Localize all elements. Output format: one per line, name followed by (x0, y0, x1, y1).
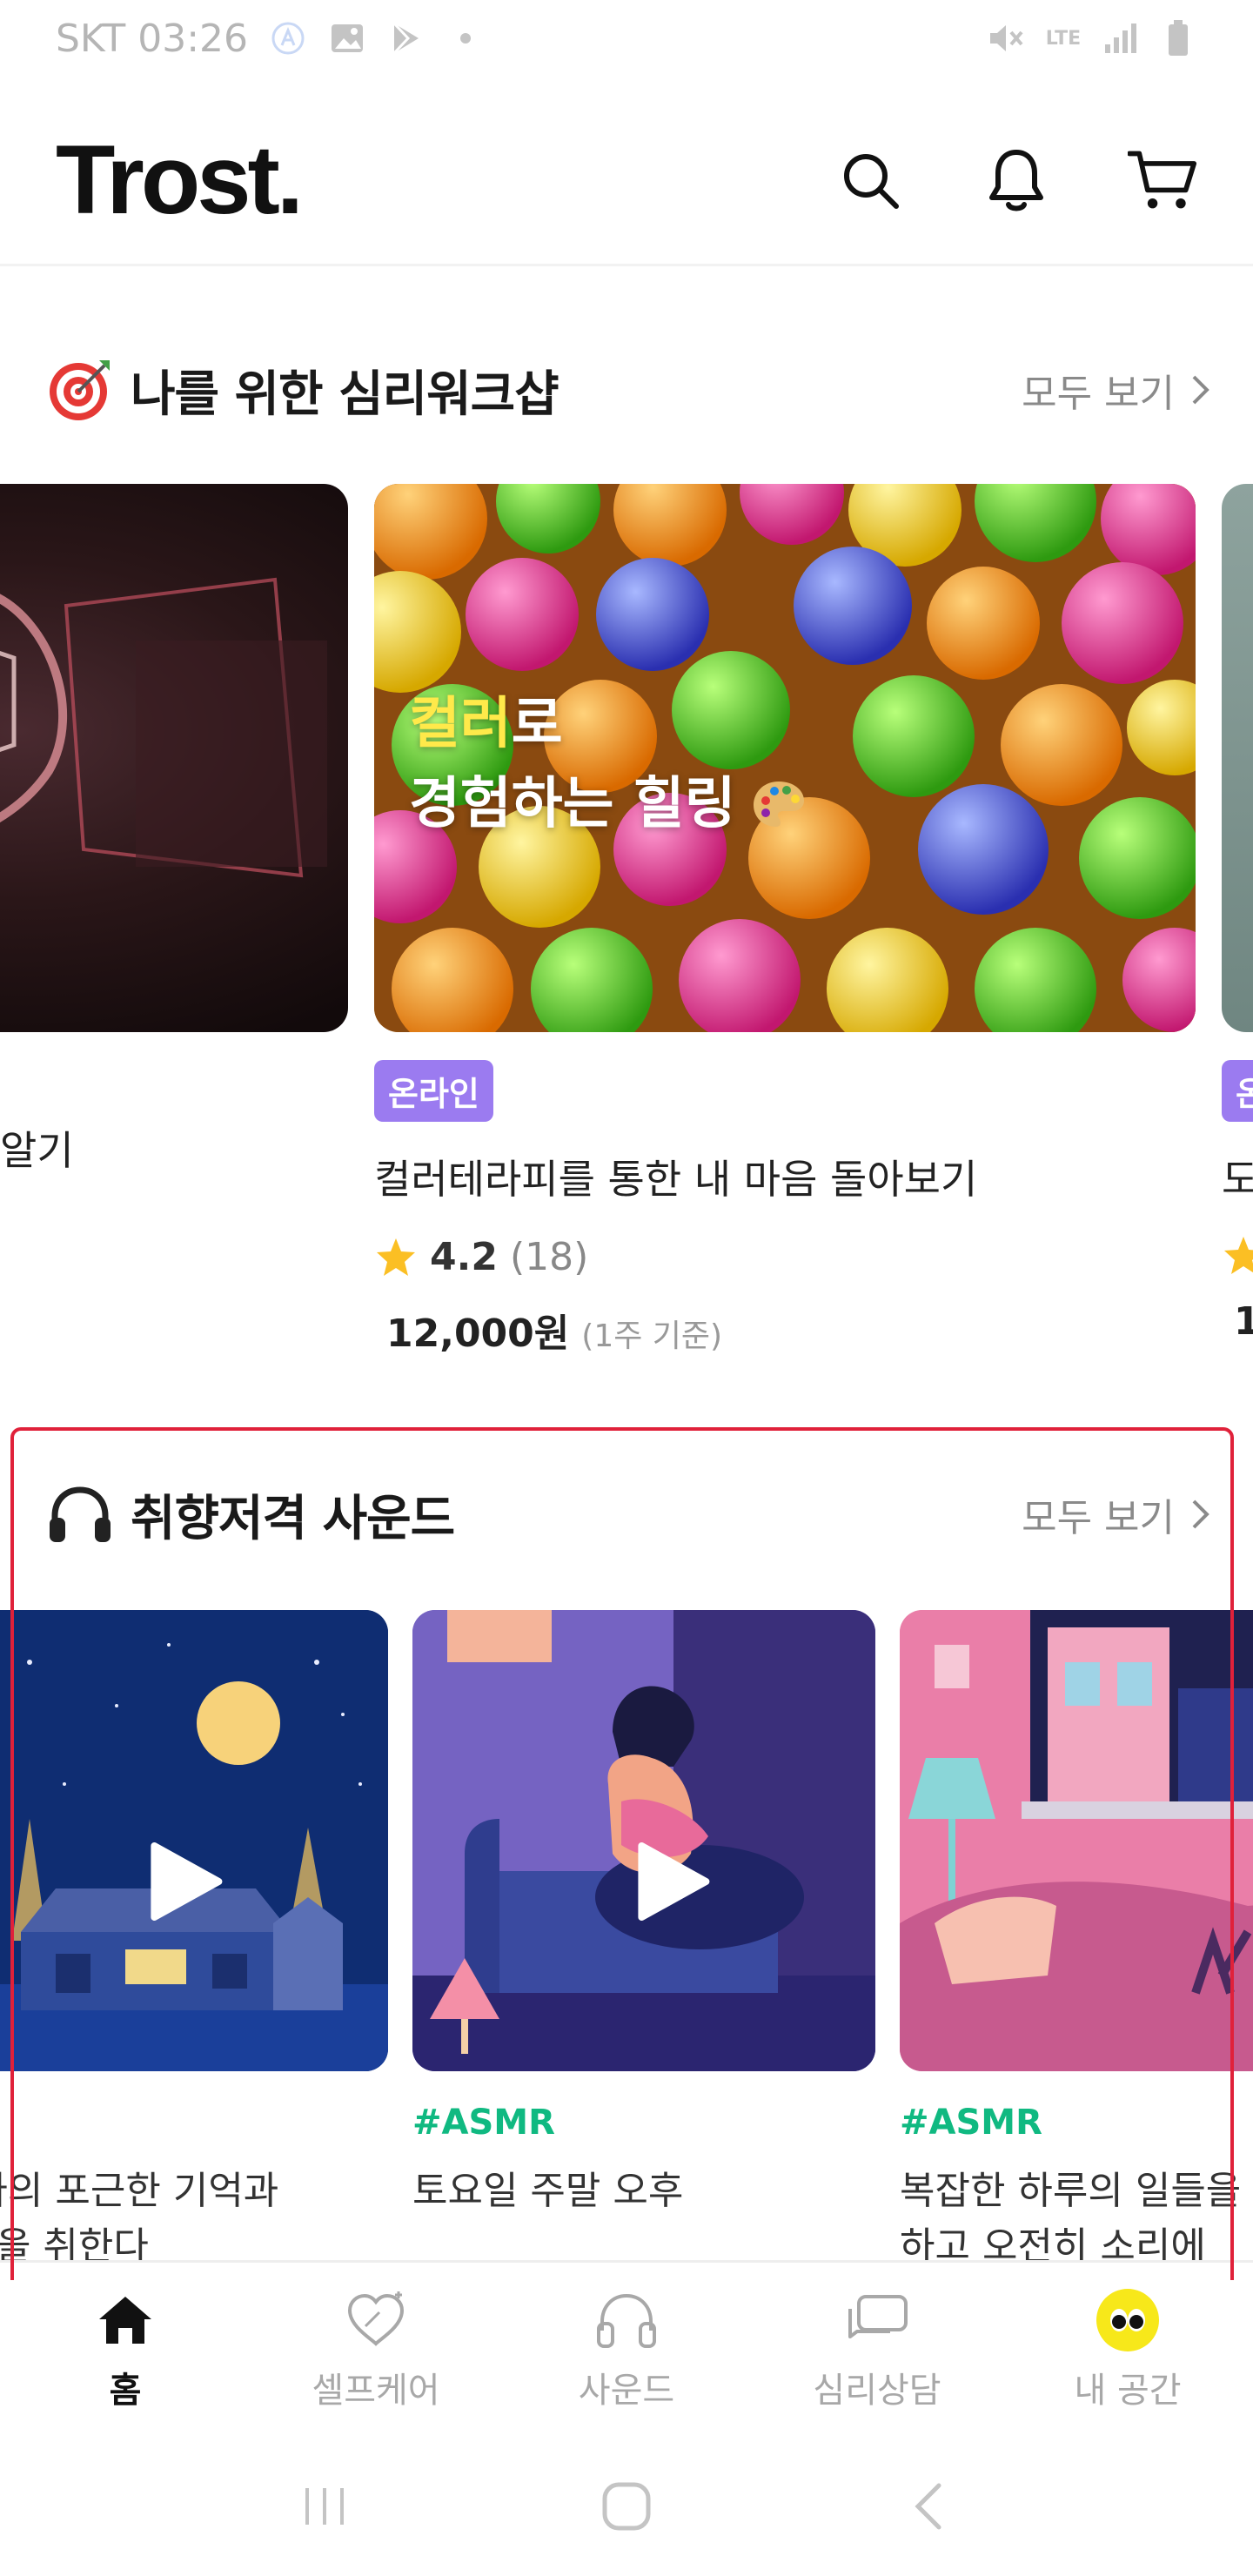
home-icon (90, 2287, 160, 2353)
overlay-highlight: 컬러 (409, 692, 512, 756)
online-badge: 온라인 (374, 1060, 493, 1122)
workshop-carousel[interactable]: 알기 컬러로 경험하는 힐링 온라인 컬러테라피를 통한 내 마음 돌아보기 4… (0, 484, 1253, 1398)
search-icon[interactable] (835, 145, 905, 215)
rating-score: 4.2 (430, 1235, 498, 1279)
review-count: (18) (509, 1235, 589, 1279)
gallery-icon (328, 19, 366, 57)
sound-card-tag: #ASMR (412, 2103, 555, 2143)
play-store-icon (387, 19, 425, 57)
sound-card-thumbnail (900, 1610, 1253, 2071)
headphones-emoji-icon (45, 1479, 115, 1549)
sound-card[interactable]: MR 적 나의 포근한 기억과 스면을 취한다 (0, 1610, 388, 2263)
system-navigation-bar (0, 2437, 1253, 2576)
home-button-icon[interactable] (592, 2472, 661, 2541)
chevron-right-icon (1192, 375, 1209, 405)
nav-label: 홈 (109, 2371, 142, 2411)
see-all-label: 모두 보기 (1022, 372, 1175, 416)
bottom-navigation: 홈 셀프케어 사운드 심리상담 내 공간 (0, 2280, 1253, 2419)
price-value: 12,000원 (386, 1311, 570, 1356)
star-icon (1224, 1237, 1253, 1274)
rainy-window-room-image (900, 1610, 1253, 2071)
overlay-line1-rest: 로 (511, 692, 563, 756)
workshop-card-price: 12,000원 (1주 기준) (374, 1302, 1196, 1358)
status-time: SKT 03:26 (56, 16, 249, 61)
nav-sound[interactable]: 사운드 (501, 2280, 752, 2419)
app-logo[interactable]: Trost. (56, 124, 304, 236)
eyes-avatar-icon (1093, 2287, 1163, 2353)
sound-card-title: 토요일 주말 오후 (412, 2163, 875, 2219)
overlay-line2: 경험하는 힐링 (409, 772, 736, 836)
workshop-card[interactable]: 온 도 1 (1222, 484, 1253, 1344)
sound-card-title: 복잡한 하루의 일들을 하고 오전히 소리에 (900, 2163, 1253, 2263)
status-bar: SKT 03:26 LTE (0, 0, 1253, 77)
sound-card-tag: MR (0, 2103, 388, 2143)
recent-apps-icon[interactable] (290, 2472, 359, 2541)
workshop-card-thumbnail: 컬러로 경험하는 힐링 (374, 484, 1196, 1032)
target-emoji-icon (45, 355, 115, 425)
play-icon[interactable] (636, 1841, 711, 1922)
notification-dot-icon (446, 19, 485, 57)
lte-icon: LTE (1045, 27, 1082, 50)
accessibility-icon (269, 19, 307, 57)
sound-card[interactable]: #ASMR 복잡한 하루의 일들을 하고 오전히 소리에 (900, 1610, 1253, 2263)
nav-home[interactable]: 홈 (0, 2280, 251, 2419)
workshop-see-all-link[interactable]: 모두 보기 (1022, 362, 1211, 418)
dark-tunnel-image (0, 577, 327, 878)
workshop-card-color-therapy[interactable]: 컬러로 경험하는 힐링 온라인 컬러테라피를 통한 내 마음 돌아보기 4.2 … (374, 484, 1196, 1358)
sound-card-title-line1: 복잡한 하루의 일들을 (900, 2169, 1242, 2213)
sound-card-thumbnail (412, 1610, 875, 2071)
sound-carousel[interactable]: MR 적 나의 포근한 기억과 스면을 취한다 #ASMR (0, 1610, 1253, 2263)
star-icon (377, 1238, 415, 1276)
sound-section-title: 취향저격 사운드 (131, 1490, 455, 1547)
see-all-label: 모두 보기 (1022, 1496, 1175, 1540)
price-value: 1 (1234, 1299, 1253, 1344)
nav-my-space[interactable]: 내 공간 (1002, 2280, 1253, 2419)
sound-card-thumbnail (0, 1610, 388, 2071)
sound-card-title: 적 나의 포근한 기억과 스면을 취한다 (0, 2163, 388, 2263)
nav-label: 내 공간 (1074, 2371, 1182, 2411)
sound-card-saturday-afternoon[interactable]: #ASMR 토요일 주말 오후 (412, 1610, 875, 2219)
sound-card-tag: #ASMR (900, 2103, 1042, 2143)
price-basis: (1주 기준) (581, 1318, 723, 1354)
play-icon[interactable] (149, 1841, 224, 1922)
signal-icon (1102, 19, 1140, 57)
nav-selfcare[interactable]: 셀프케어 (251, 2280, 501, 2419)
app-header: Trost. (0, 96, 1253, 266)
workshop-card[interactable]: 알기 (0, 484, 348, 1177)
back-icon[interactable] (894, 2472, 963, 2541)
sound-section-header: 취향저격 사운드 모두 보기 (45, 1471, 1211, 1558)
workshop-section-title: 나를 위한 심리워크샵 (131, 366, 559, 423)
workshop-card-thumbnail (0, 484, 348, 1032)
workshop-card-rating: 4.2 (18) (374, 1235, 1196, 1279)
workshop-thumb-overlay-text: 컬러로 경험하는 힐링 (409, 684, 807, 844)
sound-card-title-line2: 스면을 취한다 (0, 2224, 149, 2263)
workshop-card-title: 컬러테라피를 통한 내 마음 돌아보기 (374, 1156, 978, 1203)
sound-card-title-line1: 토요일 주말 오후 (412, 2169, 684, 2213)
online-badge: 온 (1222, 1060, 1253, 1122)
workshop-card-rating (1222, 1235, 1253, 1277)
mute-icon (987, 19, 1025, 57)
palette-icon (753, 782, 804, 827)
nav-label: 사운드 (578, 2371, 675, 2411)
workshop-section-header: 나를 위한 심리워크샵 모두 보기 (45, 346, 1211, 433)
headphones-icon (592, 2287, 661, 2353)
chevron-right-icon (1192, 1499, 1209, 1529)
workshop-card-thumbnail (1222, 484, 1253, 1032)
sound-card-title-line1: 적 나의 포근한 기억과 (0, 2169, 279, 2213)
heart-icon (341, 2287, 411, 2353)
bell-icon[interactable] (982, 145, 1051, 215)
nav-label: 심리상담 (813, 2371, 941, 2411)
sound-see-all-link[interactable]: 모두 보기 (1022, 1486, 1211, 1542)
chat-icon (842, 2287, 912, 2353)
workshop-card-price: 1 (1222, 1299, 1253, 1344)
nav-label: 셀프케어 (312, 2371, 440, 2411)
sound-card-title-line2: 하고 오전히 소리에 (900, 2224, 1206, 2263)
cart-icon[interactable] (1128, 145, 1197, 215)
battery-icon (1159, 19, 1197, 57)
workshop-card-title: 도 (1222, 1156, 1253, 1203)
nav-counseling[interactable]: 심리상담 (752, 2280, 1002, 2419)
workshop-card-title: 알기 (0, 1127, 74, 1174)
